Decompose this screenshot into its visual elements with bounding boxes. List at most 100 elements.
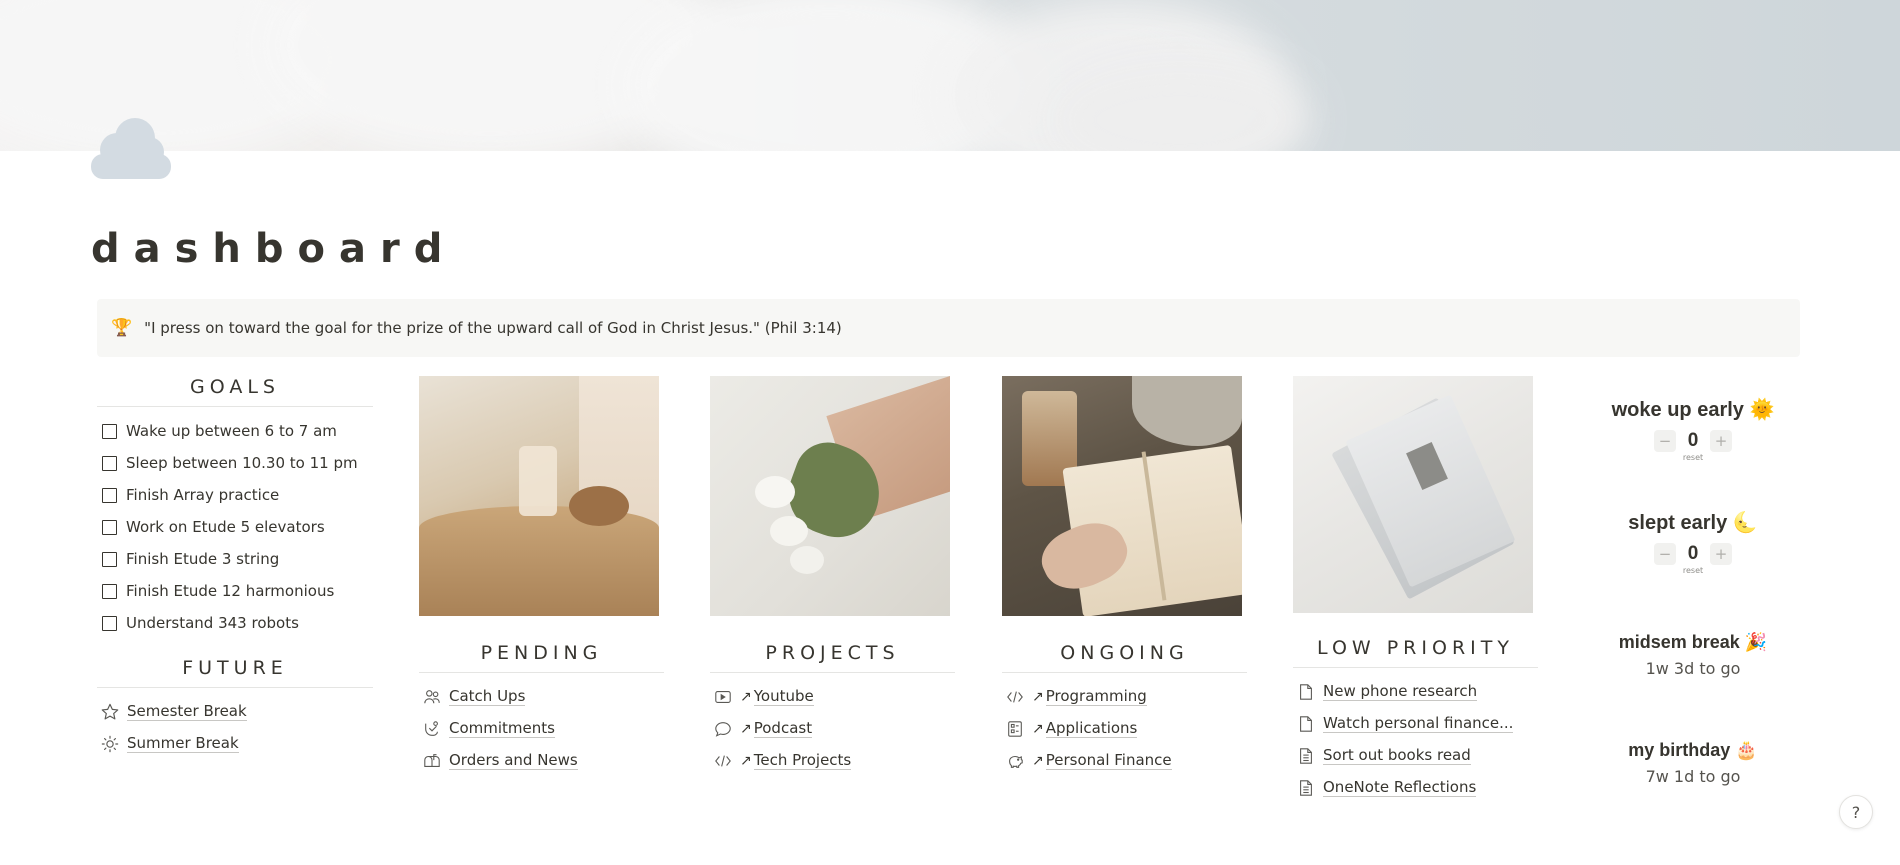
low-priority-column: LOW PRIORITY New phone research Watch pe… — [1293, 376, 1541, 804]
reset-button[interactable]: reset — [1593, 453, 1793, 462]
birthday-countdown: my birthday 🎂 7w 1d to go — [1593, 740, 1793, 786]
low-priority-cover-image[interactable] — [1293, 376, 1533, 613]
decrement-button[interactable]: − — [1654, 543, 1676, 565]
document-icon — [1297, 779, 1315, 797]
page-link-applications[interactable]: ↗ Applications — [1002, 713, 1250, 745]
checkbox[interactable] — [102, 583, 117, 599]
moon-emoji-icon: 🌜 — [1732, 512, 1758, 534]
trophy-icon: 🏆 — [111, 318, 133, 338]
link-arrow-icon: ↗ — [1032, 689, 1044, 705]
checkbox[interactable] — [102, 615, 117, 631]
piggy-bank-icon — [1006, 752, 1024, 770]
checkbox[interactable] — [102, 487, 117, 503]
pending-cover-image[interactable] — [419, 376, 659, 616]
handshake-icon — [423, 720, 441, 738]
page-link-tech-projects[interactable]: ↗ Tech Projects — [710, 745, 958, 777]
pending-heading: PENDING — [419, 642, 664, 673]
reset-button[interactable]: reset — [1593, 566, 1793, 575]
countdown-remaining: 7w 1d to go — [1645, 767, 1741, 786]
link-arrow-icon: ↗ — [740, 721, 752, 737]
page-link-catch-ups[interactable]: Catch Ups — [419, 681, 667, 713]
todo-label: Work on Etude 5 elevators — [126, 518, 325, 536]
midsem-break-countdown: midsem break 🎉 1w 3d to go — [1593, 632, 1793, 678]
link-label: Catch Ups — [449, 687, 526, 706]
increment-button[interactable]: + — [1710, 430, 1732, 452]
page-link-youtube[interactable]: ↗ Youtube — [710, 681, 958, 713]
checkbox[interactable] — [102, 423, 117, 439]
decrement-button[interactable]: − — [1654, 430, 1676, 452]
counter-value: 0 — [1687, 543, 1699, 564]
cover-image — [0, 0, 1900, 151]
pending-column: PENDING Catch Ups Commitments Orders and… — [419, 376, 667, 777]
link-label: Podcast — [753, 719, 813, 738]
link-arrow-icon: ↗ — [1032, 721, 1044, 737]
help-button[interactable]: ? — [1839, 795, 1873, 829]
countdown-remaining: 1w 3d to go — [1645, 659, 1741, 678]
todo-item[interactable]: Wake up between 6 to 7 am — [97, 415, 373, 447]
link-label: New phone research — [1323, 682, 1478, 701]
link-arrow-icon: ↗ — [740, 753, 752, 769]
projects-heading: PROJECTS — [710, 642, 955, 673]
link-label: Commitments — [449, 719, 555, 738]
counter-title: slept early 🌜 — [1628, 512, 1758, 534]
page-link-commitments[interactable]: Commitments — [419, 713, 667, 745]
page-link-sort-out-books-read[interactable]: Sort out books read — [1293, 740, 1541, 772]
page-link-programming[interactable]: ↗ Programming — [1002, 681, 1250, 713]
document-icon — [1297, 747, 1315, 765]
page-link-watch-personal-finance[interactable]: Watch personal finance... — [1293, 708, 1541, 740]
link-label: Personal Finance — [1045, 751, 1172, 770]
form-icon — [1006, 720, 1024, 738]
sun-icon — [101, 735, 119, 753]
todo-item[interactable]: Understand 343 robots — [97, 607, 373, 639]
todo-item[interactable]: Finish Array practice — [97, 479, 373, 511]
todo-label: Wake up between 6 to 7 am — [126, 422, 337, 440]
link-arrow-icon: ↗ — [740, 689, 752, 705]
todo-item[interactable]: Finish Etude 12 harmonious — [97, 575, 373, 607]
quote-callout[interactable]: 🏆 "I press on toward the goal for the pr… — [97, 299, 1800, 357]
todo-label: Finish Etude 12 harmonious — [126, 582, 335, 600]
checkbox[interactable] — [102, 519, 117, 535]
page-link-podcast[interactable]: ↗ Podcast — [710, 713, 958, 745]
sun-emoji-icon: 🌞 — [1749, 399, 1775, 421]
counter-value: 0 — [1687, 430, 1699, 451]
quote-text: "I press on toward the goal for the priz… — [144, 319, 842, 337]
party-popper-icon: 🎉 — [1744, 632, 1768, 652]
link-label: Youtube — [753, 687, 814, 706]
increment-button[interactable]: + — [1710, 543, 1732, 565]
slept-early-counter: slept early 🌜 − 0 + reset — [1593, 510, 1793, 575]
page-title[interactable]: dashboard — [91, 226, 456, 272]
link-label: Sort out books read — [1323, 746, 1471, 765]
people-icon — [423, 688, 441, 706]
checkbox[interactable] — [102, 551, 117, 567]
goals-heading: GOALS — [97, 376, 373, 407]
ongoing-column: ONGOING ↗ Programming ↗ Applications ↗ P… — [1002, 376, 1250, 777]
page-icon — [1297, 715, 1315, 733]
future-heading: FUTURE — [97, 657, 373, 688]
countdown-title: my birthday 🎂 — [1628, 740, 1758, 760]
page-link-onenote-reflections[interactable]: OneNote Reflections — [1293, 772, 1541, 804]
cloud-icon[interactable] — [91, 112, 171, 182]
link-label: Tech Projects — [753, 751, 852, 770]
link-label: Semester Break — [127, 702, 247, 721]
checkbox[interactable] — [102, 455, 117, 471]
todo-item[interactable]: Finish Etude 3 string — [97, 543, 373, 575]
todo-item[interactable]: Work on Etude 5 elevators — [97, 511, 373, 543]
link-label: Watch personal finance... — [1323, 714, 1514, 733]
link-label: Applications — [1045, 719, 1138, 738]
low-priority-heading: LOW PRIORITY — [1293, 637, 1538, 668]
todo-item[interactable]: Sleep between 10.30 to 11 pm — [97, 447, 373, 479]
page-link-new-phone-research[interactable]: New phone research — [1293, 676, 1541, 708]
page-link-personal-finance[interactable]: ↗ Personal Finance — [1002, 745, 1250, 777]
woke-up-early-counter: woke up early 🌞 − 0 + reset — [1593, 397, 1793, 462]
page-link-orders-and-news[interactable]: Orders and News — [419, 745, 667, 777]
mailbox-icon — [423, 752, 441, 770]
code-icon — [1006, 688, 1024, 706]
ongoing-cover-image[interactable] — [1002, 376, 1242, 616]
link-label: OneNote Reflections — [1323, 778, 1477, 797]
page-link-summer-break[interactable]: Summer Break — [97, 728, 373, 760]
projects-cover-image[interactable] — [710, 376, 950, 616]
code-icon — [714, 752, 732, 770]
ongoing-heading: ONGOING — [1002, 642, 1247, 673]
page-link-semester-break[interactable]: Semester Break — [97, 696, 373, 728]
link-label: Orders and News — [449, 751, 578, 770]
